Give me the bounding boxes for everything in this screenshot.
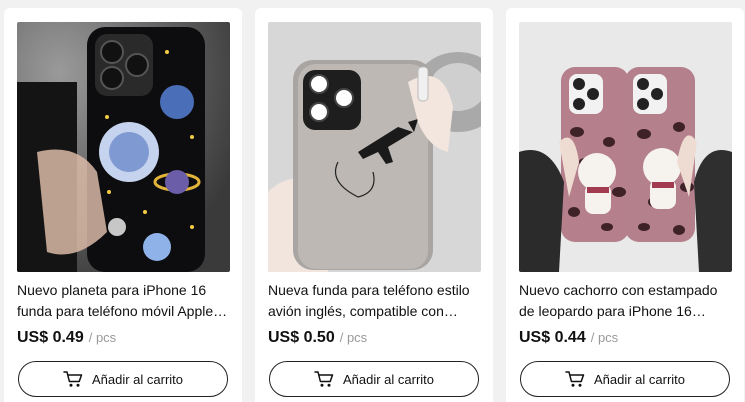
product-title[interactable]: Nueva funda para teléfono estilo avión i…	[268, 280, 481, 322]
price-unit: / pcs	[88, 330, 117, 345]
product-price: US$ 0.50	[268, 329, 335, 346]
product-image[interactable]	[17, 22, 230, 272]
product-card[interactable]: Nuevo planeta para iPhone 16 funda para …	[4, 8, 242, 402]
price-row: US$ 0.49 / pcs	[17, 329, 116, 347]
shopping-cart-icon	[565, 370, 585, 388]
product-title[interactable]: Nuevo planeta para iPhone 16 funda para …	[17, 280, 230, 322]
product-price: US$ 0.49	[17, 329, 84, 346]
add-to-cart-button[interactable]: Añadir al carrito	[18, 361, 228, 397]
product-price: US$ 0.44	[519, 329, 586, 346]
add-to-cart-button[interactable]: Añadir al carrito	[269, 361, 479, 397]
product-title[interactable]: Nuevo cachorro con estampado de leopardo…	[519, 280, 732, 322]
add-to-cart-button[interactable]: Añadir al carrito	[520, 361, 730, 397]
product-card[interactable]: Nueva funda para teléfono estilo avión i…	[255, 8, 493, 402]
price-row: US$ 0.50 / pcs	[268, 329, 367, 347]
price-row: US$ 0.44 / pcs	[519, 329, 618, 347]
product-image[interactable]	[268, 22, 481, 272]
product-image[interactable]	[519, 22, 732, 272]
add-to-cart-label: Añadir al carrito	[593, 371, 686, 387]
price-unit: / pcs	[590, 330, 619, 345]
price-unit: / pcs	[339, 330, 368, 345]
add-to-cart-label: Añadir al carrito	[91, 371, 184, 387]
add-to-cart-label: Añadir al carrito	[342, 371, 435, 387]
product-card[interactable]: Nuevo cachorro con estampado de leopardo…	[506, 8, 744, 402]
shopping-cart-icon	[314, 370, 334, 388]
shopping-cart-icon	[63, 370, 83, 388]
